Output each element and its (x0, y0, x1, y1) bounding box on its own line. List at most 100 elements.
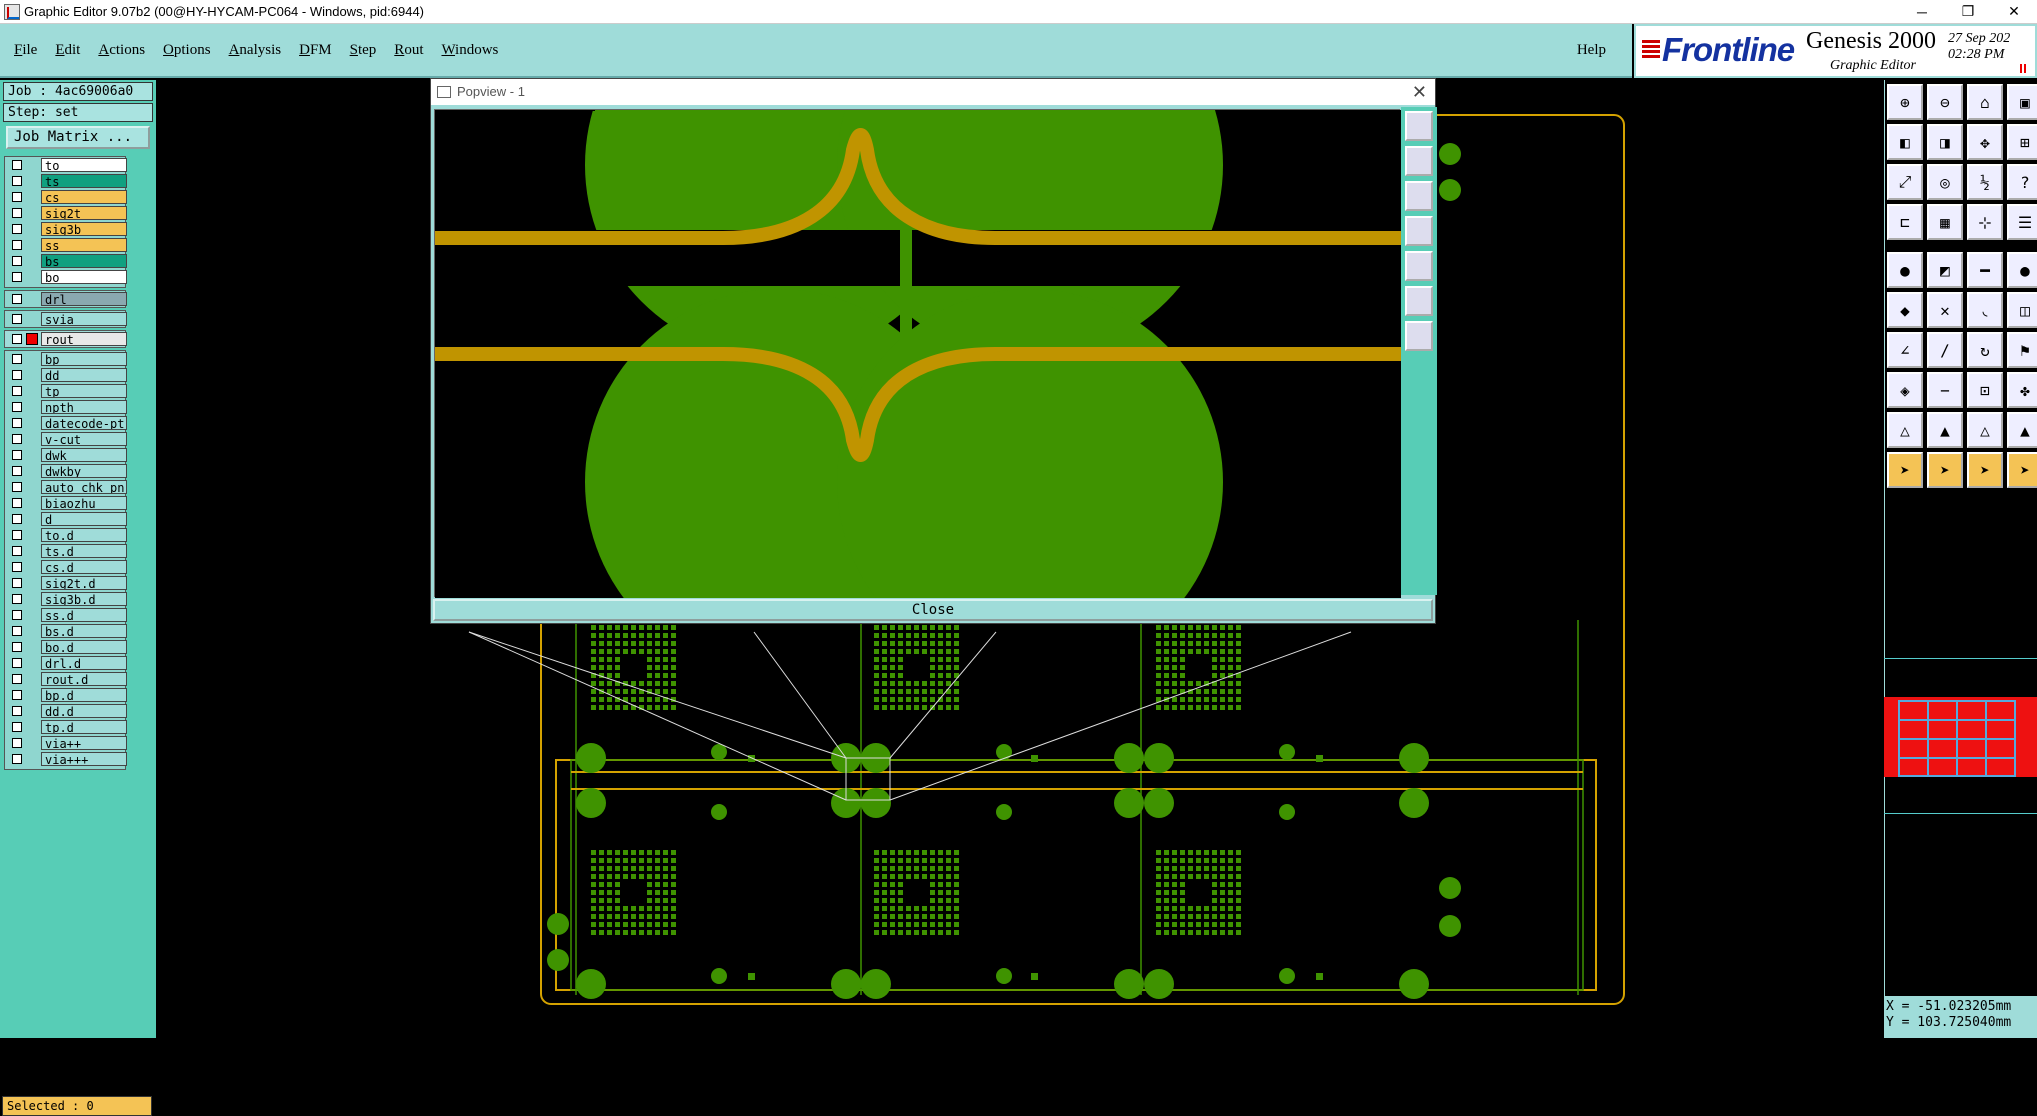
fit-icon[interactable]: ⤢ (1887, 164, 1923, 200)
layer-row[interactable]: dd.d (5, 703, 127, 719)
layer-row[interactable]: bp (5, 351, 127, 367)
box-icon[interactable]: ⊡ (1967, 372, 2003, 408)
layer-checkbox[interactable] (12, 514, 22, 524)
overview-map[interactable] (1884, 659, 2037, 815)
slash-icon[interactable]: ∕ (1927, 332, 1963, 368)
layers-icon[interactable]: ☰ (2007, 204, 2037, 240)
layer-row[interactable]: sig3b (5, 221, 127, 237)
layer-row[interactable]: tp.d (5, 719, 127, 735)
layer-row[interactable]: bs (5, 253, 127, 269)
layer-row[interactable]: ts.d (5, 543, 127, 559)
menu-edit[interactable]: Edit (55, 42, 80, 59)
layer-row[interactable]: cs (5, 189, 127, 205)
center-icon[interactable]: ◎ (1927, 164, 1963, 200)
restore-button[interactable]: ❐ (1945, 3, 1991, 20)
layer-checkbox[interactable] (12, 482, 22, 492)
help-icon[interactable]: ? (2007, 164, 2037, 200)
cluster-icon[interactable]: ✤ (2007, 372, 2037, 408)
layer-checkbox[interactable] (12, 578, 22, 588)
layer-checkbox[interactable] (12, 272, 22, 282)
layer-row[interactable]: sig3b.d (5, 591, 127, 607)
layer-row[interactable]: via+++ (5, 751, 127, 767)
menu-analysis[interactable]: Analysis (229, 42, 282, 59)
layer-checkbox[interactable] (12, 626, 22, 636)
layer-checkbox[interactable] (12, 354, 22, 364)
layer-checkbox[interactable] (12, 402, 22, 412)
layer-row[interactable]: drl (5, 291, 127, 307)
layer-row[interactable]: bo.d (5, 639, 127, 655)
layer-checkbox[interactable] (12, 706, 22, 716)
layer-checkbox[interactable] (12, 594, 22, 604)
menu-step[interactable]: Step (350, 42, 377, 59)
layer-checkbox[interactable] (12, 658, 22, 668)
layer-checkbox[interactable] (12, 434, 22, 444)
layer-row[interactable]: bo (5, 269, 127, 285)
pan-left-icon[interactable]: ◧ (1887, 124, 1923, 160)
layer-row[interactable]: ss.d (5, 607, 127, 623)
pan-right-icon[interactable]: ◨ (1927, 124, 1963, 160)
cross-icon[interactable]: ✕ (1927, 292, 1963, 328)
popview-zoom-icon[interactable] (1405, 111, 1433, 141)
layer-checkbox[interactable] (12, 192, 22, 202)
layer-checkbox[interactable] (12, 498, 22, 508)
layer-checkbox[interactable] (12, 240, 22, 250)
layer-checkbox[interactable] (12, 208, 22, 218)
pointer-icon[interactable]: ➤ (1887, 452, 1923, 488)
layer-row[interactable]: svia (5, 311, 127, 327)
layer-row[interactable]: npth (5, 399, 127, 415)
layer-row[interactable]: sig2t (5, 205, 127, 221)
layer-checkbox[interactable] (12, 450, 22, 460)
snap-icon[interactable]: ⊹ (1967, 204, 2003, 240)
layer-row[interactable]: to (5, 157, 127, 173)
triangle-b-icon[interactable]: △ (1967, 412, 2003, 448)
layer-checkbox[interactable] (12, 176, 22, 186)
pad-icon[interactable]: ● (1887, 252, 1923, 288)
overview-panel[interactable] (1884, 658, 2037, 814)
select-icon[interactable]: ◆ (1887, 292, 1923, 328)
layer-row[interactable]: biaozhu (5, 495, 127, 511)
popview-pan-icon[interactable] (1405, 146, 1433, 176)
scale-1-2-icon[interactable]: ½ (1967, 164, 2003, 200)
layer-row[interactable]: bs.d (5, 623, 127, 639)
popview-close-button[interactable]: Close (433, 599, 1433, 621)
minus-icon[interactable]: − (1927, 372, 1963, 408)
zoom-window-icon[interactable]: ▣ (2007, 84, 2037, 120)
popview-prev-icon[interactable] (1405, 216, 1433, 246)
zoom-in-icon[interactable]: ⊕ (1887, 84, 1923, 120)
layer-checkbox[interactable] (12, 610, 22, 620)
layer-row[interactable]: rout (5, 331, 127, 347)
layer-row[interactable]: d (5, 511, 127, 527)
layer-checkbox[interactable] (12, 754, 22, 764)
layer-row[interactable]: dd (5, 367, 127, 383)
pointer-node-icon[interactable]: ➤ (1967, 452, 2003, 488)
layer-row[interactable]: cs.d (5, 559, 127, 575)
popview-fit-icon[interactable] (1405, 181, 1433, 211)
angle-icon[interactable]: ∠ (1887, 332, 1923, 368)
layer-checkbox[interactable] (12, 386, 22, 396)
layer-checkbox[interactable] (12, 562, 22, 572)
triangle-a-icon[interactable]: ▲ (1927, 412, 1963, 448)
layer-row[interactable]: bp.d (5, 687, 127, 703)
job-matrix-button[interactable]: Job Matrix ... (6, 126, 150, 149)
menu-help[interactable]: Help (1577, 42, 1606, 59)
layer-row[interactable]: via++ (5, 735, 127, 751)
layer-row[interactable]: dwk (5, 447, 127, 463)
layer-checkbox[interactable] (12, 294, 22, 304)
popview-expand-icon[interactable] (1405, 286, 1433, 316)
layer-checkbox[interactable] (12, 334, 22, 344)
node-icon[interactable]: ◈ (1887, 372, 1923, 408)
layer-row[interactable]: auto_chk_pn (5, 479, 127, 495)
zoom-out-icon[interactable]: ⊖ (1927, 84, 1963, 120)
arc-icon[interactable]: ◟ (1967, 292, 2003, 328)
layer-checkbox[interactable] (12, 722, 22, 732)
layer-row[interactable]: rout.d (5, 671, 127, 687)
layer-row[interactable]: sig2t.d (5, 575, 127, 591)
close-button[interactable]: ✕ (1991, 3, 2037, 20)
home-icon[interactable]: ⌂ (1967, 84, 2003, 120)
line-icon[interactable]: ━ (1967, 252, 2003, 288)
layer-row[interactable]: dwkby (5, 463, 127, 479)
zoom-area-icon[interactable]: ⊞ (2007, 124, 2037, 160)
rotate-icon[interactable]: ↻ (1967, 332, 2003, 368)
layer-checkbox[interactable] (12, 256, 22, 266)
layer-row[interactable]: drl.d (5, 655, 127, 671)
